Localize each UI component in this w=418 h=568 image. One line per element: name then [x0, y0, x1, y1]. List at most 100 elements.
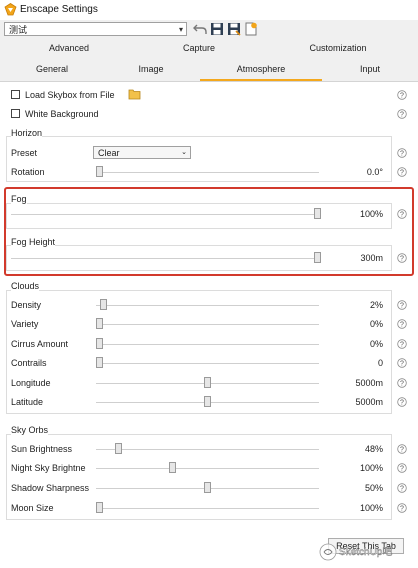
svg-text:?: ? [400, 303, 404, 310]
latitude-value: 5000m [355, 397, 383, 407]
chevron-down-icon: ▾ [178, 25, 183, 34]
svg-text:?: ? [400, 400, 404, 407]
help-icon[interactable]: ? [397, 444, 407, 454]
sun-brightness-value: 48% [364, 444, 383, 454]
highlight-box [4, 187, 414, 276]
shadow-sharpness-value: 50% [364, 483, 383, 493]
horizon-title: Horizon [11, 128, 43, 138]
cirrus-amount-slider-thumb[interactable] [96, 338, 103, 349]
help-icon[interactable]: ? [397, 253, 407, 263]
sun-brightness-slider-track[interactable] [96, 449, 319, 450]
night-sky-brightness-slider-thumb[interactable] [169, 462, 177, 473]
tab-row-top: Advanced Capture Customization [0, 40, 418, 60]
rotation-value: 0.0° [366, 167, 383, 177]
new-preset-icon[interactable] [244, 22, 258, 36]
sun-brightness-slider-thumb[interactable] [115, 443, 123, 454]
svg-text:?: ? [400, 361, 404, 368]
help-icon[interactable]: ? [397, 148, 407, 158]
horizon-preset-dropdown[interactable]: Clear ⌄ [93, 146, 191, 159]
help-icon[interactable]: ? [397, 483, 407, 493]
help-icon[interactable]: ? [397, 209, 407, 219]
moon-size-slider-track[interactable] [96, 508, 319, 509]
svg-text:?: ? [400, 486, 404, 493]
svg-text:?: ? [400, 151, 404, 158]
svg-text:?: ? [400, 342, 404, 349]
contrails-slider-track[interactable] [96, 363, 319, 364]
save-as-icon[interactable] [227, 22, 241, 36]
save-icon[interactable] [210, 22, 224, 36]
cirrus-amount-value: 0% [369, 339, 383, 349]
moon-size-slider-thumb[interactable] [96, 502, 103, 513]
rotation-slider-thumb[interactable] [96, 166, 103, 177]
contrails-label: Contrails [11, 358, 47, 368]
shadow-sharpness-label: Shadow Sharpness [11, 483, 90, 493]
tab-image[interactable]: Image [112, 61, 190, 81]
chevron-down-icon: ⌄ [181, 149, 187, 156]
help-icon[interactable]: ? [397, 503, 407, 513]
shadow-sharpness-slider-thumb[interactable] [204, 482, 211, 493]
night-sky-brightness-value: 100% [359, 463, 383, 473]
latitude-slider-thumb[interactable] [204, 396, 211, 407]
help-icon[interactable]: ? [397, 463, 407, 473]
rotation-slider-track[interactable] [96, 172, 319, 173]
svg-text:?: ? [400, 170, 404, 177]
tab-row-bottom: General Image Atmosphere Input [0, 61, 418, 82]
density-label: Density [11, 300, 42, 310]
cirrus-amount-slider-track[interactable] [96, 344, 319, 345]
title-bar: Enscape Settings [0, 0, 418, 21]
density-slider-thumb[interactable] [100, 299, 108, 310]
tab-customization[interactable]: Customization [298, 40, 378, 60]
folder-icon[interactable] [128, 88, 142, 100]
watermark-text: SketchUp吧 [339, 547, 392, 558]
help-icon[interactable]: ? [397, 339, 407, 349]
white-background-checkbox[interactable] [11, 109, 20, 118]
svg-text:?: ? [400, 256, 404, 263]
density-value: 2% [369, 300, 383, 310]
svg-text:?: ? [400, 447, 404, 454]
help-icon[interactable]: ? [397, 358, 407, 368]
preset-select[interactable]: 测试 ▾ [4, 22, 187, 36]
longitude-slider-thumb[interactable] [204, 377, 211, 388]
rotation-label: Rotation [11, 167, 45, 177]
load-skybox-checkbox[interactable] [11, 90, 20, 99]
tab-advanced[interactable]: Advanced [30, 40, 108, 60]
contrails-value: 0 [377, 358, 383, 368]
tab-input[interactable]: Input [340, 61, 400, 81]
night-sky-brightness-label: Night Sky Brightne [11, 463, 86, 473]
tab-capture[interactable]: Capture [160, 40, 238, 60]
window-title: Enscape Settings [20, 4, 98, 15]
preset-label: Preset [11, 148, 38, 158]
horizon-preset-value: Clear [98, 148, 120, 158]
svg-text:?: ? [400, 322, 404, 329]
night-sky-brightness-slider-track[interactable] [96, 468, 319, 469]
help-icon[interactable]: ? [397, 319, 407, 329]
help-icon[interactable]: ? [397, 109, 407, 119]
svg-text:?: ? [400, 212, 404, 219]
preset-select-value: 测试 [9, 25, 28, 35]
white-background-label: White Background [25, 109, 99, 119]
sun-brightness-label: Sun Brightness [11, 444, 73, 454]
sky-orbs-title: Sky Orbs [11, 425, 49, 435]
contrails-slider-thumb[interactable] [96, 357, 103, 368]
variety-slider-track[interactable] [96, 324, 319, 325]
tab-atmosphere[interactable]: Atmosphere [200, 61, 322, 81]
variety-slider-thumb[interactable] [96, 318, 103, 329]
svg-text:?: ? [400, 93, 404, 100]
help-icon[interactable]: ? [397, 300, 407, 310]
help-icon[interactable]: ? [397, 90, 407, 100]
density-slider-track[interactable] [96, 305, 319, 306]
latitude-label: Latitude [11, 397, 44, 407]
tab-general[interactable]: General [14, 61, 90, 81]
enscape-logo-icon [4, 3, 17, 16]
variety-value: 0% [369, 319, 383, 329]
help-icon[interactable]: ? [397, 378, 407, 388]
svg-text:?: ? [400, 466, 404, 473]
help-icon[interactable]: ? [397, 397, 407, 407]
variety-label: Variety [11, 319, 39, 329]
load-skybox-label: Load Skybox from File [25, 90, 115, 100]
help-icon[interactable]: ? [397, 167, 407, 177]
watermark: SketchUp吧 [319, 543, 393, 561]
svg-text:?: ? [400, 381, 404, 388]
clouds-title: Clouds [11, 281, 40, 291]
undo-icon[interactable] [193, 22, 207, 36]
